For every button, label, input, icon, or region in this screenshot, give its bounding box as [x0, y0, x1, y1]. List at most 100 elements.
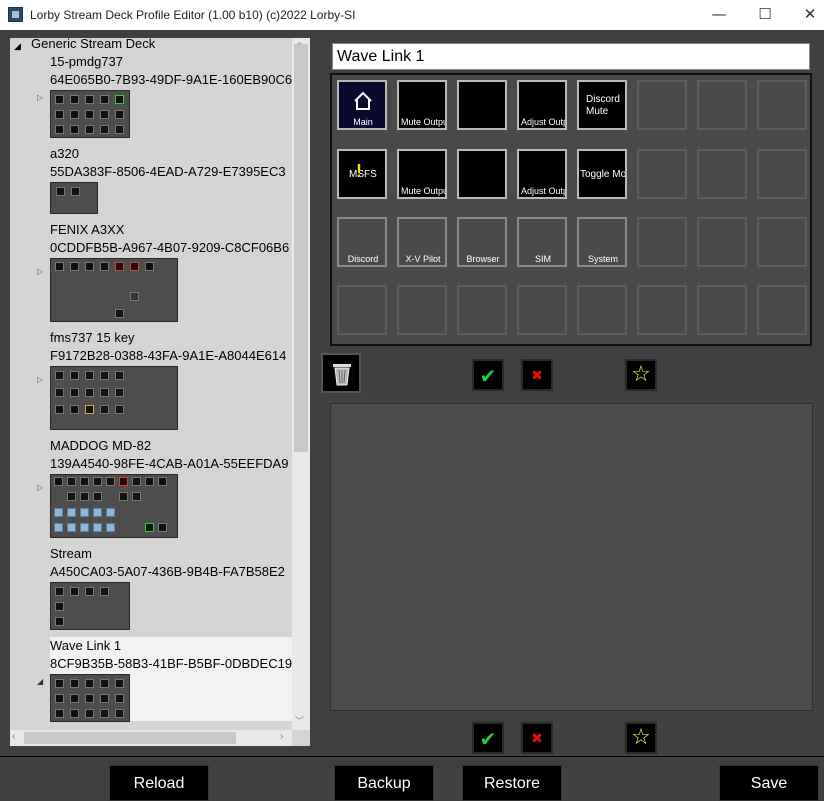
- apply-button[interactable]: ✔: [472, 359, 504, 391]
- key-empty[interactable]: [757, 80, 807, 130]
- scroll-left-arrow-icon[interactable]: ‹: [12, 731, 15, 742]
- expand-arrow-icon[interactable]: ▷: [37, 483, 43, 492]
- profile-tree[interactable]: ◢ Generic Stream Deck 15-pmdg737 64E065B…: [10, 38, 310, 746]
- profile-item[interactable]: MADDOG MD-82 139A4540-98FE-4CAB-A01A-55E…: [37, 437, 300, 538]
- key-empty[interactable]: [697, 217, 747, 267]
- profile-item-selected[interactable]: Wave Link 1 8CF9B35B-58B3-41BF-B5BF-0DBD…: [37, 637, 300, 722]
- profile-guid: 55DA383F-8506-4EAD-A729-E7395EC3: [50, 164, 286, 179]
- key-label: X-V Pilot: [405, 254, 441, 264]
- cancel-button[interactable]: ✖: [521, 722, 553, 754]
- profile-thumbnail: [50, 182, 98, 214]
- favorite-button[interactable]: ☆: [625, 359, 657, 391]
- key-label: Mute Output: [401, 117, 445, 127]
- profile-name: MADDOG MD-82: [50, 438, 152, 453]
- key-empty[interactable]: [457, 149, 507, 199]
- key-properties-panel: [330, 403, 813, 711]
- expand-arrow-icon[interactable]: ▷: [37, 375, 43, 384]
- key-label: Adjust Output: [521, 186, 565, 196]
- profile-thumbnail: [50, 258, 178, 322]
- key-folder-discord[interactable]: Discord: [337, 217, 387, 267]
- tree-vertical-scrollbar[interactable]: ︿ ﹀: [292, 37, 310, 730]
- apply-button[interactable]: ✔: [472, 722, 504, 754]
- key-label: Browser: [466, 254, 500, 264]
- expand-arrow-icon[interactable]: ▷: [37, 93, 43, 102]
- restore-button[interactable]: Restore: [462, 765, 562, 801]
- home-icon: [354, 91, 372, 110]
- key-label: SIM: [534, 254, 551, 264]
- key-grid: Main Mute Output Adjust Output Discord M…: [330, 73, 812, 346]
- scroll-down-arrow-icon[interactable]: ﹀: [295, 714, 304, 727]
- profile-item[interactable]: 15-pmdg737 64E065B0-7B93-49DF-9A1E-160EB…: [37, 53, 300, 138]
- profile-name-input[interactable]: [332, 43, 810, 70]
- profile-thumbnail: [50, 674, 130, 722]
- profile-item[interactable]: Stream A450CA03-5A07-436B-9B4B-FA7B58E2: [50, 545, 300, 630]
- key-msfs[interactable]: MSFS !: [337, 149, 387, 199]
- key-empty[interactable]: [637, 149, 687, 199]
- profile-item[interactable]: fms737 15 key F9172B28-0388-43FA-9A1E-A8…: [37, 329, 300, 430]
- profile-item[interactable]: a320 55DA383F-8506-4EAD-A729-E7395EC3: [50, 145, 300, 214]
- key-empty[interactable]: [637, 217, 687, 267]
- key-mute-output[interactable]: Mute Output: [397, 149, 447, 199]
- key-adjust-output[interactable]: Adjust Output: [517, 80, 567, 130]
- scrollbar-thumb[interactable]: [294, 44, 308, 452]
- cross-icon: ✖: [531, 368, 543, 384]
- minimize-button[interactable]: —: [696, 0, 742, 30]
- key-label: Discord: [347, 254, 379, 264]
- profile-name: 15-pmdg737: [50, 54, 123, 69]
- save-button[interactable]: Save: [719, 765, 819, 801]
- key-empty[interactable]: [397, 285, 447, 335]
- title-bar: Lorby Stream Deck Profile Editor (1.00 b…: [0, 0, 824, 30]
- key-mute-output[interactable]: Mute Output: [397, 80, 447, 130]
- collapse-arrow-icon[interactable]: ◢: [14, 39, 21, 53]
- profile-thumbnail: [50, 582, 130, 630]
- key-label: MSFS: [349, 169, 377, 180]
- star-icon: ☆: [631, 362, 651, 387]
- key-empty[interactable]: [757, 149, 807, 199]
- maximize-button[interactable]: ☐: [742, 0, 788, 30]
- delete-button[interactable]: [321, 353, 361, 393]
- favorite-button[interactable]: ☆: [625, 722, 657, 754]
- key-empty[interactable]: [757, 217, 807, 267]
- key-empty[interactable]: [637, 285, 687, 335]
- key-adjust-output[interactable]: Adjust Output: [517, 149, 567, 199]
- reload-button[interactable]: Reload: [109, 765, 209, 801]
- key-label: Mute Output: [401, 186, 445, 196]
- cancel-button[interactable]: ✖: [521, 359, 553, 391]
- profile-guid: 0CDDFB5B-A967-4B07-9209-C8CF06B6: [50, 240, 290, 255]
- profile-guid: 8CF9B35B-58B3-41BF-B5BF-0DBDEC19: [50, 656, 293, 671]
- expand-arrow-icon[interactable]: ▷: [37, 267, 43, 276]
- key-empty[interactable]: [577, 285, 627, 335]
- key-empty[interactable]: [457, 80, 507, 130]
- profile-item[interactable]: FENIX A3XX 0CDDFB5B-A967-4B07-9209-C8CF0…: [37, 221, 300, 322]
- profile-name: Stream: [50, 546, 92, 561]
- key-main[interactable]: Main: [337, 80, 387, 130]
- key-folder-browser[interactable]: Browser: [457, 217, 507, 267]
- key-label: System: [587, 254, 618, 264]
- scroll-right-arrow-icon[interactable]: ›: [280, 731, 283, 742]
- key-empty[interactable]: [637, 80, 687, 130]
- key-discord-mute[interactable]: Discord Mute: [577, 80, 627, 130]
- star-icon: ☆: [631, 725, 651, 750]
- key-empty[interactable]: [697, 149, 747, 199]
- key-toggle-monitor[interactable]: Toggle Monitor: [577, 149, 627, 199]
- key-empty[interactable]: [457, 285, 507, 335]
- key-empty[interactable]: [697, 285, 747, 335]
- key-empty[interactable]: [337, 285, 387, 335]
- profile-guid: 139A4540-98FE-4CAB-A01A-55EEFDA9: [50, 456, 289, 471]
- profile-name: Wave Link 1: [50, 638, 122, 653]
- key-empty[interactable]: [757, 285, 807, 335]
- key-folder-sim[interactable]: SIM: [517, 217, 567, 267]
- profile-name: a320: [50, 146, 79, 161]
- check-icon: ✔: [479, 364, 497, 388]
- backup-button[interactable]: Backup: [334, 765, 434, 801]
- close-button[interactable]: ✕: [787, 0, 824, 30]
- key-empty[interactable]: [517, 285, 567, 335]
- key-folder-system[interactable]: System: [577, 217, 627, 267]
- tree-horizontal-scrollbar[interactable]: ‹ ›: [10, 730, 292, 746]
- key-empty[interactable]: [697, 80, 747, 130]
- scrollbar-thumb[interactable]: [24, 732, 236, 744]
- collapse-arrow-icon[interactable]: ◢: [37, 677, 43, 686]
- warning-mark-icon: !: [356, 161, 362, 181]
- key-folder-xv-pilot[interactable]: X-V Pilot: [397, 217, 447, 267]
- app-icon: [8, 7, 23, 22]
